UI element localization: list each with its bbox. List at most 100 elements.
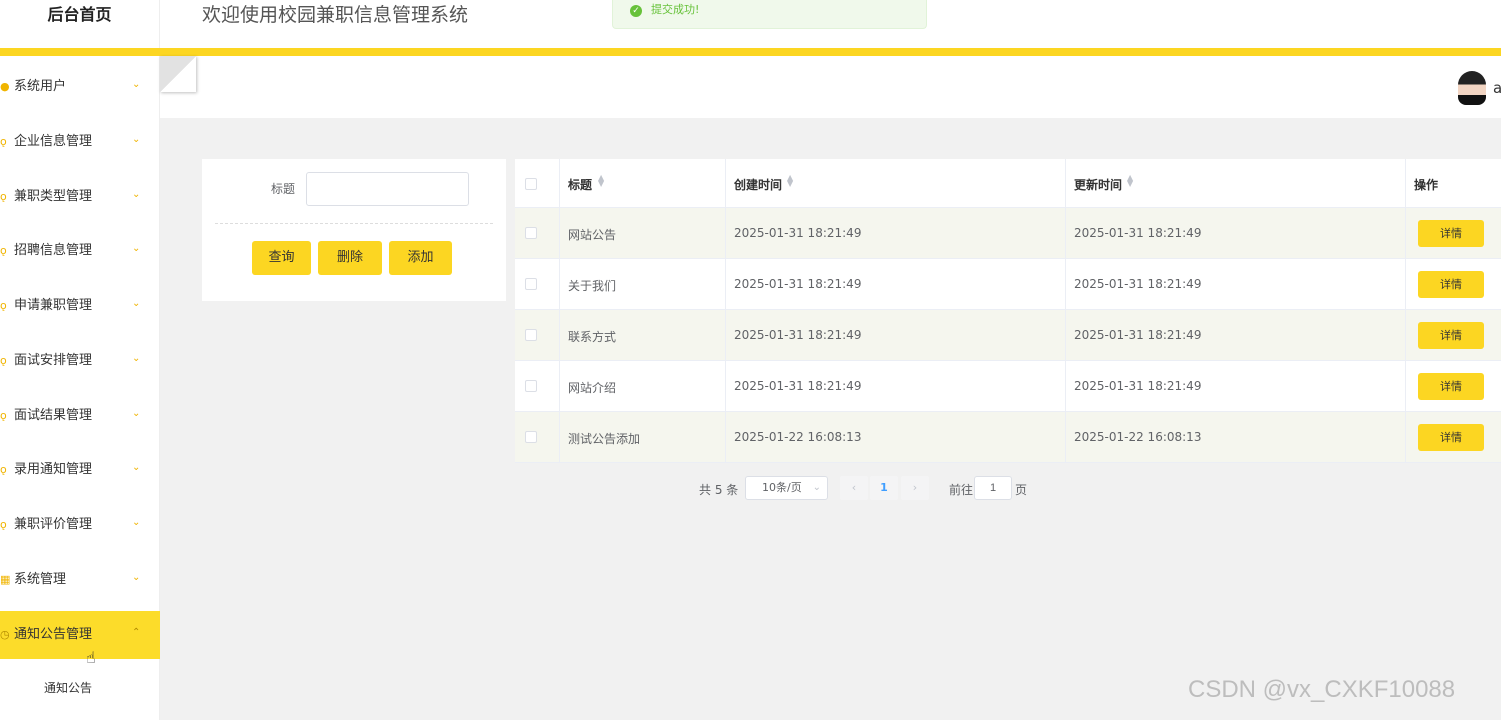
row-title: 联系方式 <box>568 330 617 344</box>
bulb-icon: ǫ <box>0 409 7 422</box>
grid-icon: ▦ <box>0 573 11 586</box>
chevron-down-icon: ⌄ <box>132 134 141 145</box>
row-checkbox[interactable] <box>525 380 537 392</box>
column-header-actions: 操作 <box>1414 178 1439 192</box>
detail-button[interactable]: 详情 <box>1418 322 1484 349</box>
sidebar-item-system-management[interactable]: ▦ 系统管理 ⌄ <box>0 556 160 604</box>
goto-label: 前往 <box>949 483 974 497</box>
sidebar-item-interview-results[interactable]: ǫ 面试结果管理 ⌄ <box>0 392 160 440</box>
username[interactable]: a <box>1493 79 1501 97</box>
next-page-button[interactable]: › <box>901 476 929 500</box>
page-number-button[interactable]: 1 <box>870 476 898 500</box>
row-checkbox[interactable] <box>525 329 537 341</box>
sidebar-subitem-notices[interactable]: 通知公告 <box>0 668 160 708</box>
table-row[interactable]: 联系方式 2025-01-31 18:21:49 2025-01-31 18:2… <box>515 310 1501 361</box>
sort-icon[interactable]: ▲ ▼ <box>598 174 604 188</box>
sidebar-item-label: 系统用户 <box>14 79 67 94</box>
hand-pointer-icon: ☝ <box>86 648 96 667</box>
bulb-icon: ǫ <box>0 463 7 476</box>
row-checkbox[interactable] <box>525 278 537 290</box>
avatar[interactable] <box>1458 71 1486 105</box>
bulb-icon: ǫ <box>0 135 7 148</box>
sort-icon[interactable]: ▲ ▼ <box>787 174 793 188</box>
notice-table: 标题 ▲ ▼ 创建时间 ▲ ▼ 更新时间 ▲ ▼ 操作 网站公告 2025-01-31… <box>515 159 1501 463</box>
chevron-up-icon: ⌃ <box>132 627 141 638</box>
delete-button[interactable]: 删除 <box>318 241 382 275</box>
detail-button[interactable]: 详情 <box>1418 220 1484 247</box>
page-suffix: 页 <box>1015 483 1028 497</box>
sidebar-item-interview-schedule[interactable]: ǫ 面试安排管理 ⌄ <box>0 337 160 385</box>
sidebar-item-job-types[interactable]: ǫ 兼职类型管理 ⌄ <box>0 173 160 221</box>
sidebar-collapse-toggle[interactable] <box>160 56 196 92</box>
chevron-down-icon: ⌄ <box>132 572 141 583</box>
toast-message: 提交成功! <box>651 3 700 16</box>
chevron-down-icon: ⌄ <box>132 298 141 309</box>
sidebar-item-label: 招聘信息管理 <box>14 243 93 258</box>
bulb-icon: ǫ <box>0 354 7 367</box>
column-header-updated[interactable]: 更新时间 <box>1074 176 1122 193</box>
sidebar-item-label: 兼职类型管理 <box>14 189 93 204</box>
select-all-checkbox[interactable] <box>525 178 537 190</box>
sidebar-item-company[interactable]: ǫ 企业信息管理 ⌄ <box>0 118 160 166</box>
sidebar-item-label: 系统管理 <box>14 572 67 587</box>
table-row[interactable]: 测试公告添加 2025-01-22 16:08:13 2025-01-22 16… <box>515 412 1501 463</box>
sidebar-item-applications[interactable]: ǫ 申请兼职管理 ⌄ <box>0 282 160 330</box>
sidebar-item-notice-management[interactable]: ◷ 通知公告管理 ⌃ <box>0 611 160 659</box>
row-title: 关于我们 <box>568 279 617 293</box>
total-count: 共 5 条 <box>699 483 739 497</box>
query-button[interactable]: 查询 <box>252 241 311 275</box>
sidebar-item-recruitment[interactable]: ǫ 招聘信息管理 ⌄ <box>0 227 160 275</box>
table-row[interactable]: 关于我们 2025-01-31 18:21:49 2025-01-31 18:2… <box>515 259 1501 310</box>
brand-home-title[interactable]: 后台首页 <box>0 0 160 48</box>
chevron-down-icon: ⌄ <box>132 517 141 528</box>
title-search-input[interactable] <box>306 172 469 206</box>
sort-icon[interactable]: ▲ ▼ <box>1127 174 1133 188</box>
sidebar: ● 系统用户 ⌄ ǫ 企业信息管理 ⌄ ǫ 兼职类型管理 ⌄ ǫ 招聘信息管理 … <box>0 56 160 720</box>
goto-page-input[interactable] <box>974 476 1012 500</box>
row-created: 2025-01-22 16:08:13 <box>734 430 862 444</box>
sidebar-item-offers[interactable]: ǫ 录用通知管理 ⌄ <box>0 446 160 494</box>
chevron-down-icon: ⌄ <box>132 189 141 200</box>
row-created: 2025-01-31 18:21:49 <box>734 379 862 393</box>
row-updated: 2025-01-31 18:21:49 <box>1074 226 1202 240</box>
divider <box>215 223 493 224</box>
row-checkbox[interactable] <box>525 227 537 239</box>
table-row[interactable]: 网站介绍 2025-01-31 18:21:49 2025-01-31 18:2… <box>515 361 1501 412</box>
detail-button[interactable]: 详情 <box>1418 271 1484 298</box>
row-created: 2025-01-31 18:21:49 <box>734 277 862 291</box>
system-title: 欢迎使用校园兼职信息管理系统 <box>202 4 469 26</box>
user-icon: ● <box>0 80 10 93</box>
sidebar-item-reviews[interactable]: ǫ 兼职评价管理 ⌄ <box>0 501 160 549</box>
search-panel: 标题 查询 删除 添加 <box>202 159 506 301</box>
sidebar-item-label: 企业信息管理 <box>14 134 93 149</box>
content-header: a <box>160 56 1501 118</box>
detail-button[interactable]: 详情 <box>1418 373 1484 400</box>
watermark: CSDN @vx_CXKF10088 <box>1188 676 1456 703</box>
column-header-title[interactable]: 标题 <box>568 176 592 193</box>
table-row[interactable]: 网站公告 2025-01-31 18:21:49 2025-01-31 18:2… <box>515 208 1501 259</box>
pagination: 共 5 条 10条/页 ⌄ ‹ 1 › 前往 页 <box>160 474 1501 502</box>
sidebar-item-label: 通知公告管理 <box>14 627 93 642</box>
header-accent-bar <box>0 48 1501 56</box>
success-toast: ✓ 提交成功! <box>612 0 927 29</box>
sidebar-item-system-users[interactable]: ● 系统用户 ⌄ <box>0 63 160 111</box>
chevron-down-icon: ⌄ <box>132 353 141 364</box>
sidebar-item-label: 面试安排管理 <box>14 353 93 368</box>
chevron-down-icon: ⌄ <box>132 462 141 473</box>
column-header-created[interactable]: 创建时间 <box>734 176 782 193</box>
sidebar-item-label: 面试结果管理 <box>14 408 93 423</box>
sidebar-item-label: 录用通知管理 <box>14 462 93 477</box>
add-button[interactable]: 添加 <box>389 241 452 275</box>
row-checkbox[interactable] <box>525 431 537 443</box>
table-header-row: 标题 ▲ ▼ 创建时间 ▲ ▼ 更新时间 ▲ ▼ 操作 <box>515 159 1501 208</box>
page-size-select[interactable]: 10条/页 ⌄ <box>745 476 828 500</box>
row-updated: 2025-01-31 18:21:49 <box>1074 277 1202 291</box>
page-size-value: 10条/页 <box>762 481 802 494</box>
row-updated: 2025-01-31 18:21:49 <box>1074 328 1202 342</box>
detail-button[interactable]: 详情 <box>1418 424 1484 451</box>
bulb-icon: ǫ <box>0 190 7 203</box>
bulb-icon: ǫ <box>0 244 7 257</box>
row-title: 网站介绍 <box>568 381 617 395</box>
chevron-down-icon: ⌄ <box>132 408 141 419</box>
prev-page-button[interactable]: ‹ <box>840 476 868 500</box>
